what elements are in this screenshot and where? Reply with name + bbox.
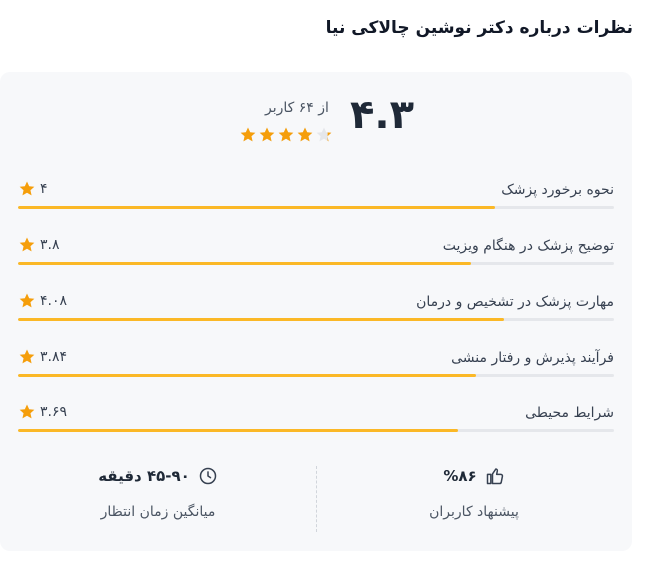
rating-star-icon (297, 127, 313, 142)
stats-row: %۸۶ پیشنهاد کاربران ۴۵-۹۰ دقیقه میانگین … (0, 462, 632, 536)
criterion-bar-fill (18, 262, 471, 265)
wait-time-value: ۴۵-۹۰ دقیقه (98, 467, 190, 485)
summary-stars (239, 126, 333, 146)
criterion-row: توضیح پزشک در هنگام ویزیت ۳.۸ (18, 234, 614, 290)
criterion-score: ۴.۰۸ (18, 292, 67, 310)
review-count: از ۶۴ کاربر (265, 100, 329, 116)
criterion-value: ۴ (40, 181, 48, 197)
stats-divider (316, 466, 317, 532)
star-icon (19, 349, 35, 364)
recommend-stat: %۸۶ پیشنهاد کاربران (316, 462, 632, 520)
rating-star-icon (240, 127, 256, 142)
criterion-label: نحوه برخورد پزشک (501, 182, 614, 198)
criterion-label: مهارت پزشک در تشخیص و درمان (416, 294, 614, 310)
criterion-bar-track (18, 262, 614, 265)
criterion-bar-fill (18, 429, 458, 432)
star-icon (19, 404, 35, 419)
criterion-bar-track (18, 318, 614, 321)
criterion-bar-fill (18, 206, 495, 209)
criterion-bar-fill (18, 374, 476, 377)
rating-summary: ۴.۳ از ۶۴ کاربر (0, 92, 632, 152)
criterion-bar-track (18, 206, 614, 209)
rating-star-icon (278, 127, 294, 142)
criterion-bar-track (18, 429, 614, 432)
criterion-score: ۳.۶۹ (18, 403, 67, 421)
criterion-score: ۳.۸۴ (18, 348, 67, 366)
criterion-value: ۳.۸ (40, 237, 60, 253)
rating-star-icon (316, 127, 332, 142)
page-title: نظرات درباره دکتر نوشین چالاکی نیا (325, 18, 633, 38)
average-score: ۴.۳ (350, 92, 415, 138)
criterion-label: فرآیند پذیرش و رفتار منشی (451, 350, 614, 366)
wait-time-stat: ۴۵-۹۰ دقیقه میانگین زمان انتظار (0, 462, 316, 520)
star-icon (19, 237, 35, 252)
criterion-row: فرآیند پذیرش و رفتار منشی ۳.۸۴ (18, 346, 614, 402)
criterion-row: نحوه برخورد پزشک ۴ (18, 178, 614, 234)
rating-star-icon (259, 127, 275, 142)
criterion-bar-track (18, 374, 614, 377)
criterion-bar-fill (18, 318, 505, 321)
recommend-value: %۸۶ (443, 467, 477, 485)
criterion-score: ۴ (18, 180, 48, 198)
criterion-label: توضیح پزشک در هنگام ویزیت (442, 238, 614, 254)
criterion-row: مهارت پزشک در تشخیص و درمان ۴.۰۸ (18, 290, 614, 346)
criterion-row: شرایط محیطی ۳.۶۹ (18, 401, 614, 457)
thumbs-up-icon (486, 468, 503, 485)
clock-icon (199, 467, 217, 485)
criterion-label: شرایط محیطی (525, 405, 614, 421)
criterion-value: ۴.۰۸ (40, 293, 68, 309)
star-icon (19, 293, 35, 308)
recommend-label: پیشنهاد کاربران (429, 504, 519, 520)
criterion-value: ۳.۸۴ (40, 349, 68, 365)
wait-time-label: میانگین زمان انتظار (100, 504, 216, 520)
star-icon (19, 181, 35, 196)
criterion-score: ۳.۸ (18, 236, 60, 254)
criterion-value: ۳.۶۹ (40, 404, 68, 420)
